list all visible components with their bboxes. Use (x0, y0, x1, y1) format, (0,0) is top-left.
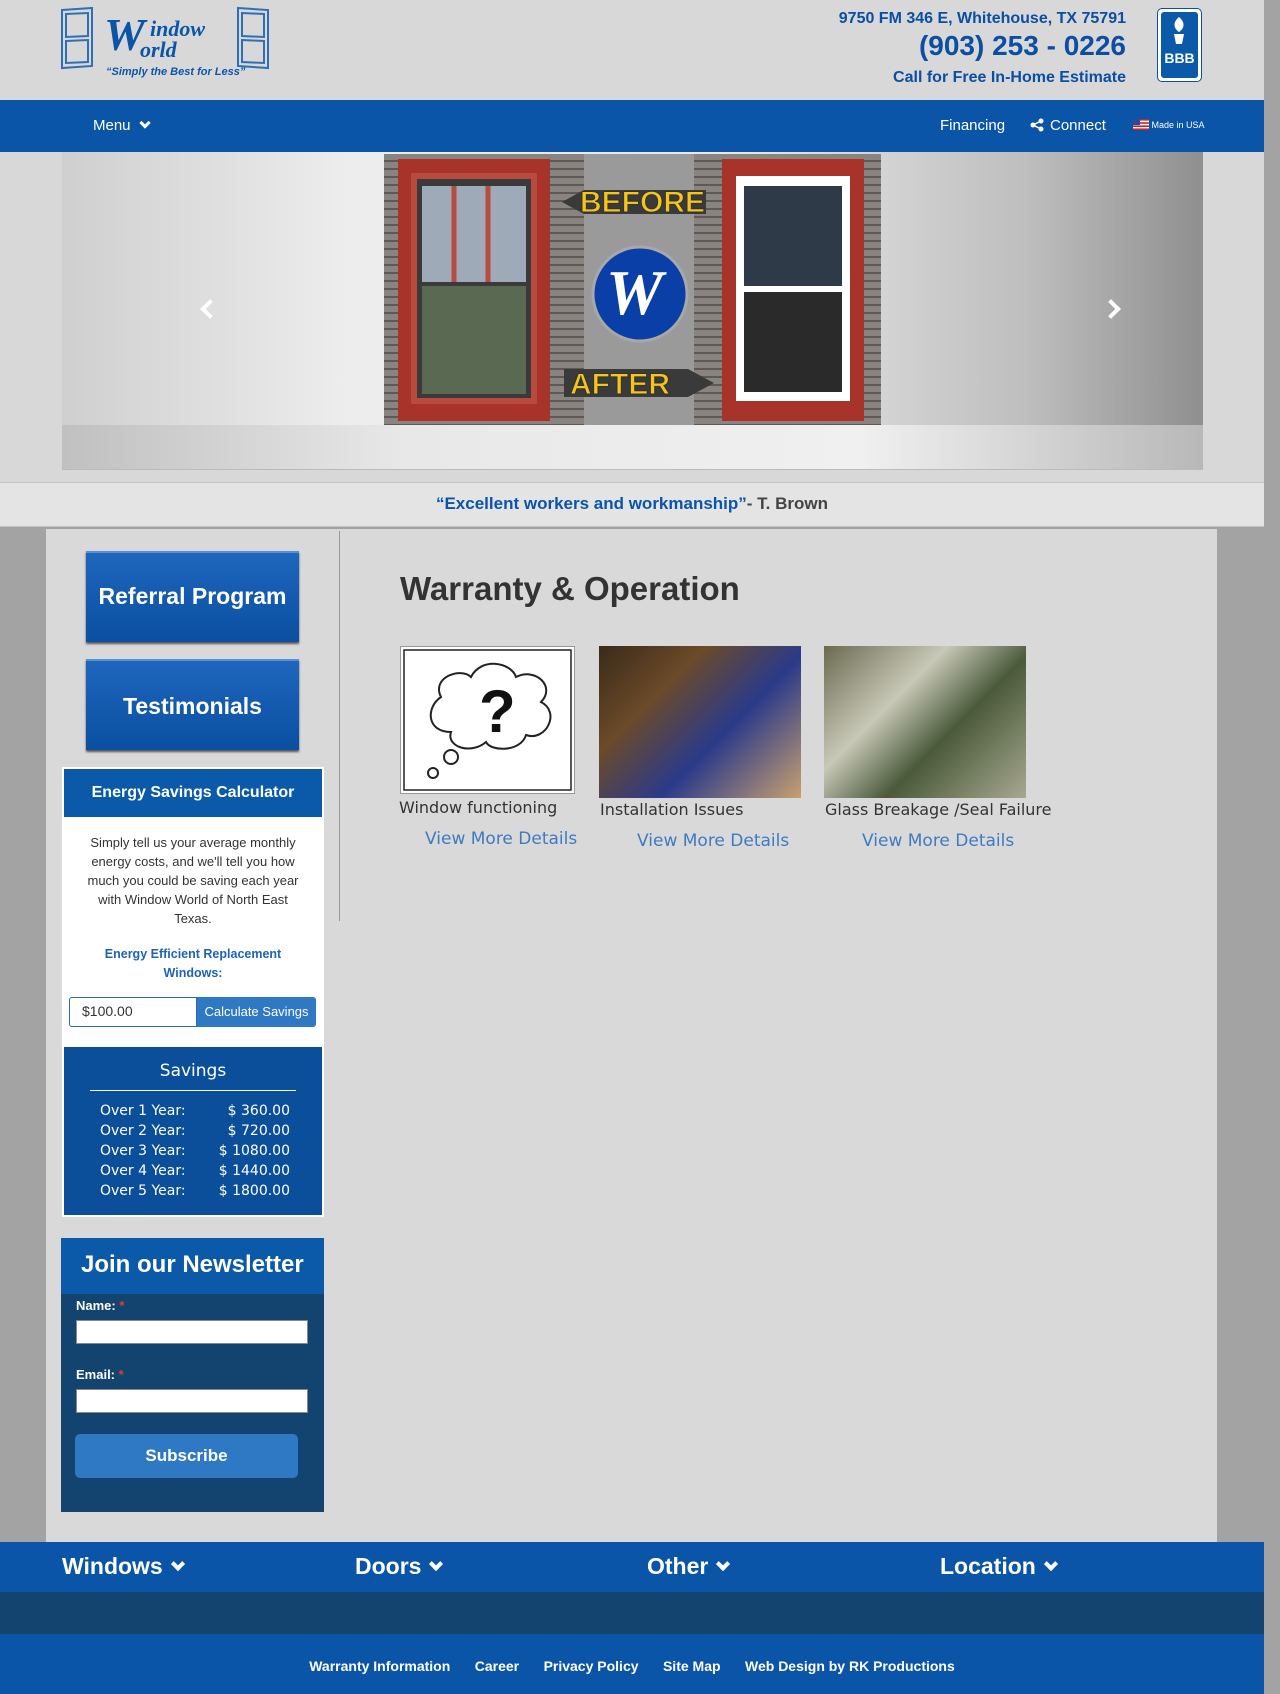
address: 9750 FM 346 E, Whitehouse, TX 75791 (838, 10, 1126, 27)
card-title-glass-breakage: Glass Breakage /Seal Failure (825, 800, 1052, 819)
footer-link-career[interactable]: Career (475, 1658, 519, 1674)
chevron-down-icon (1043, 1556, 1058, 1572)
energy-windows-link[interactable]: Energy Efficient Replacement Windows: (78, 945, 308, 983)
calculator-title: Energy Savings Calculator (64, 769, 322, 817)
bbb-torch-icon (1174, 17, 1184, 44)
testimonials-button[interactable]: Testimonials (86, 659, 299, 750)
view-more-link[interactable]: View More Details (637, 831, 789, 851)
connect-label: Connect (1050, 117, 1106, 134)
subscribe-button[interactable]: Subscribe (75, 1434, 298, 1478)
footer-nav: Windows Doors Other Location (0, 1542, 1264, 1592)
tagline: “Simply the Best for Less” (106, 66, 246, 78)
hero-slide: BEFORE AFTER W (62, 152, 1203, 425)
name-label: Name: * (76, 1298, 125, 1313)
footer-link-webdesign[interactable]: Web Design by RK Productions (745, 1658, 955, 1674)
chevron-down-icon (429, 1556, 444, 1572)
view-more-link[interactable]: View More Details (425, 829, 577, 849)
chevron-down-icon (716, 1556, 731, 1572)
chevron-down-icon (139, 117, 151, 129)
testimonial-quote: “Excellent workers and workmanship”- T. … (0, 482, 1264, 527)
footer-other-dropdown[interactable]: Other (647, 1553, 731, 1580)
savings-row: Over 5 Year: $ 1800.00 (100, 1183, 290, 1199)
calculator-description: Simply tell us your average monthly ener… (87, 835, 299, 926)
quote-text: “Excellent workers and workmanship” (435, 494, 747, 513)
email-field[interactable] (76, 1389, 308, 1413)
before-label: BEFORE (580, 186, 705, 219)
site-header: W indow orld “Simply the Best for Less” … (0, 0, 1264, 100)
quote-author: - T. Brown (746, 494, 829, 513)
after-label: AFTER (570, 368, 670, 401)
savings-row: Over 1 Year: $ 360.00 (100, 1103, 290, 1119)
savings-row: Over 2 Year: $ 720.00 (100, 1123, 290, 1139)
svg-text:W: W (606, 257, 667, 328)
footer-link-sitemap[interactable]: Site Map (663, 1658, 721, 1674)
bbb-text: BBB (1164, 50, 1195, 66)
main-nav: Menu Financing Connect Made in USA (0, 100, 1264, 152)
menu-label: Menu (93, 117, 131, 134)
connect-link[interactable]: Connect (1030, 117, 1106, 134)
hero-slider: BEFORE AFTER W (0, 152, 1264, 482)
chevron-down-icon (170, 1556, 185, 1572)
slider-prev-icon[interactable] (200, 299, 220, 319)
window-world-logo[interactable]: W indow orld “Simply the Best for Less” (60, 6, 295, 84)
savings-table: Over 1 Year: $ 360.00 Over 2 Year: $ 720.0… (100, 1101, 290, 1201)
question-thought-icon: ? (403, 649, 572, 791)
referral-program-button[interactable]: Referral Program (86, 551, 299, 642)
glass-breakage-image[interactable] (824, 646, 1026, 798)
calculate-savings-button[interactable]: Calculate Savings (197, 997, 316, 1027)
newsletter-form: Join our Newsletter Name: * Email: * Sub… (61, 1238, 324, 1512)
installation-issues-image[interactable] (599, 646, 801, 798)
window-functioning-image[interactable]: ? (400, 646, 575, 794)
footer-location-dropdown[interactable]: Location (940, 1553, 1058, 1580)
monthly-cost-input[interactable]: $100.00 (69, 997, 197, 1027)
savings-title: Savings (159, 1061, 227, 1081)
name-field[interactable] (76, 1320, 308, 1344)
page-title: Warranty & Operation (400, 570, 740, 607)
phone-number[interactable]: (903) 253 - 0226 (919, 30, 1126, 62)
made-in-usa-label: Made in USA (1151, 120, 1205, 130)
card-title-installation: Installation Issues (600, 800, 744, 819)
view-more-link[interactable]: View More Details (862, 831, 1014, 851)
svg-text:orld: orld (140, 37, 178, 62)
slider-next-icon[interactable] (1101, 299, 1121, 319)
email-label: Email: * (76, 1367, 124, 1382)
savings-row: Over 3 Year: $ 1080.00 (100, 1143, 290, 1159)
menu-dropdown[interactable]: Menu (93, 117, 151, 134)
us-flag-icon (1133, 119, 1149, 130)
card-title-window-functioning: Window functioning (399, 798, 558, 817)
svg-text:?: ? (479, 678, 516, 745)
made-in-usa: Made in USA (1133, 119, 1205, 130)
footer-windows-dropdown[interactable]: Windows (62, 1553, 185, 1580)
savings-row: Over 4 Year: $ 1440.00 (100, 1163, 290, 1179)
energy-calculator: Energy Savings Calculator Simply tell us… (62, 767, 324, 1217)
share-icon (1030, 118, 1044, 132)
footer-link-warranty[interactable]: Warranty Information (309, 1658, 450, 1674)
footer-doors-dropdown[interactable]: Doors (355, 1553, 444, 1580)
footer-links: Warranty Information Career Privacy Poli… (0, 1634, 1264, 1694)
bbb-badge[interactable]: BBB (1157, 8, 1202, 82)
footer-link-privacy[interactable]: Privacy Policy (544, 1658, 639, 1674)
free-estimate-text: Call for Free In-Home Estimate (893, 69, 1126, 86)
savings-panel: Savings Over 1 Year: $ 360.00 Over 2 Year… (64, 1047, 322, 1215)
financing-link[interactable]: Financing (940, 117, 1005, 134)
newsletter-title: Join our Newsletter (61, 1238, 324, 1294)
before-after-image: BEFORE AFTER W (384, 154, 881, 425)
